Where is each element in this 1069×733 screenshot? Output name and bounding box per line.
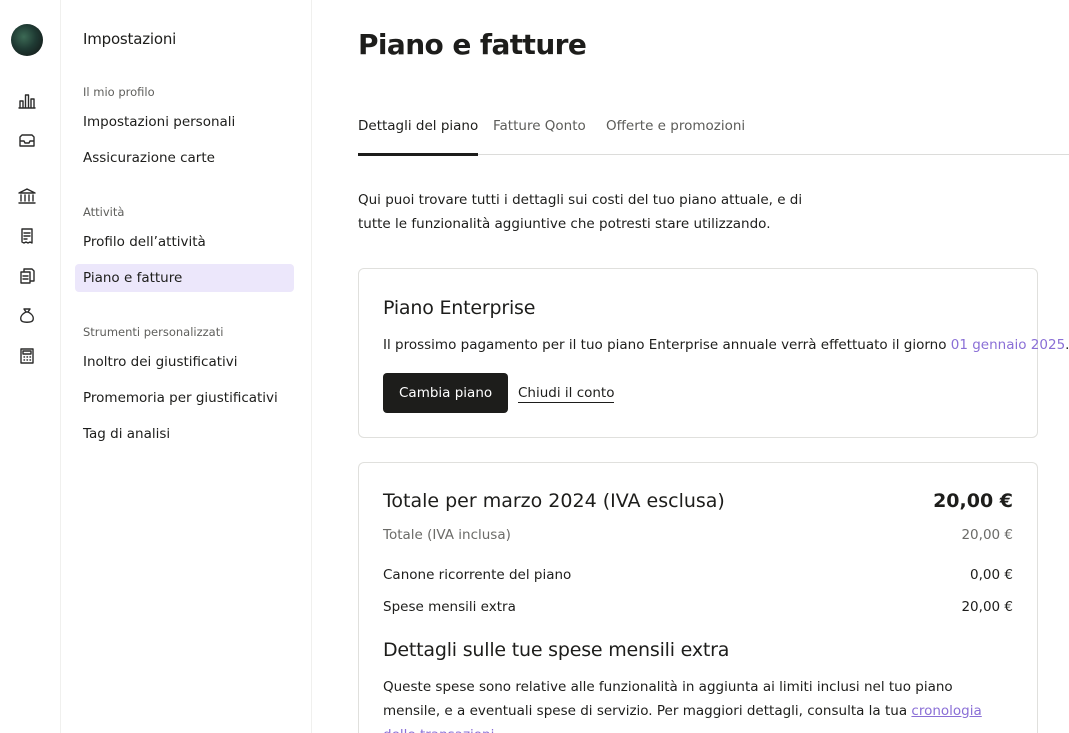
sidebar-item-plan-invoices[interactable]: Piano e fatture <box>75 264 294 292</box>
sidebar-item-business-profile[interactable]: Profilo dell’attività <box>75 228 294 256</box>
sidebar-item-card-insurance[interactable]: Assicurazione carte <box>75 144 294 172</box>
vat-label: Totale (IVA inclusa) <box>383 527 511 543</box>
section-label-business: Attività <box>83 205 125 219</box>
sidebar-title: Impostazioni <box>83 30 177 48</box>
bank-icon[interactable] <box>16 185 38 207</box>
vat-row: Totale (IVA inclusa) 20,00 € <box>383 527 1013 543</box>
total-card: Totale per marzo 2024 (IVA esclusa) 20,0… <box>358 462 1038 733</box>
tab-bar: Dettagli del piano Fatture Qonto Offerte… <box>358 111 1069 156</box>
app-rail <box>0 0 61 733</box>
receipt-icon[interactable] <box>16 225 38 247</box>
next-payment-suffix: . <box>1065 337 1069 353</box>
line-item-value: 0,00 € <box>970 567 1013 583</box>
vat-value: 20,00 € <box>961 527 1013 543</box>
sidebar-item-receipt-reminders[interactable]: Promemoria per giustificativi <box>75 384 294 412</box>
plan-card: Piano Enterprise Il prossimo pagamento p… <box>358 268 1069 438</box>
money-bag-icon[interactable] <box>16 305 38 327</box>
sidebar-item-analytics-tags[interactable]: Tag di analisi <box>75 420 294 448</box>
calculator-icon[interactable] <box>16 345 38 367</box>
total-row: Totale per marzo 2024 (IVA esclusa) 20,0… <box>383 490 1013 512</box>
extra-details-title: Dettagli sulle tue spese mensili extra <box>383 639 730 661</box>
line-item-row: Spese mensili extra 20,00 € <box>383 599 1013 615</box>
next-payment-text: Il prossimo pagamento per il tuo piano E… <box>383 337 1069 353</box>
documents-icon[interactable] <box>16 265 38 287</box>
section-label-profile: Il mio profilo <box>83 85 155 99</box>
sidebar-item-receipt-forwarding[interactable]: Inoltro dei giustificativi <box>75 348 294 376</box>
inbox-icon[interactable] <box>16 130 38 152</box>
settings-sidebar: Impostazioni Il mio profilo Impostazioni… <box>61 0 312 733</box>
change-plan-button[interactable]: Cambia piano <box>383 373 509 413</box>
extra-details-text: Queste spese sono relative alle funziona… <box>383 675 1003 733</box>
line-item-row: Canone ricorrente del piano 0,00 € <box>383 567 1013 583</box>
line-item-label: Canone ricorrente del piano <box>383 567 572 583</box>
sidebar-item-personal-settings[interactable]: Impostazioni personali <box>75 108 294 136</box>
tab-plan-details[interactable]: Dettagli del piano <box>358 118 479 156</box>
plan-title: Piano Enterprise <box>383 297 536 319</box>
next-payment-date: 01 gennaio 2025 <box>950 337 1066 353</box>
section-label-custom-tools: Strumenti personalizzati <box>83 325 224 339</box>
page-title: Piano e fatture <box>358 28 587 61</box>
avatar[interactable] <box>11 24 43 56</box>
close-account-link[interactable]: Chiudi il conto <box>518 384 615 403</box>
total-label: Totale per marzo 2024 (IVA esclusa) <box>383 490 725 512</box>
main-content: Piano e fatture Dettagli del piano Fattu… <box>312 0 1069 733</box>
line-item-label: Spese mensili extra <box>383 599 516 615</box>
chart-icon[interactable] <box>16 90 38 112</box>
extra-details-body: Queste spese sono relative alle funziona… <box>383 679 953 719</box>
tab-qonto-invoices[interactable]: Fatture Qonto <box>493 118 586 155</box>
line-item-value: 20,00 € <box>961 599 1013 615</box>
intro-text: Qui puoi trovare tutti i dettagli sui co… <box>358 192 803 232</box>
total-value: 20,00 € <box>933 490 1013 512</box>
next-payment-prefix: Il prossimo pagamento per il tuo piano E… <box>383 337 951 353</box>
tab-offers-promotions[interactable]: Offerte e promozioni <box>606 118 745 155</box>
